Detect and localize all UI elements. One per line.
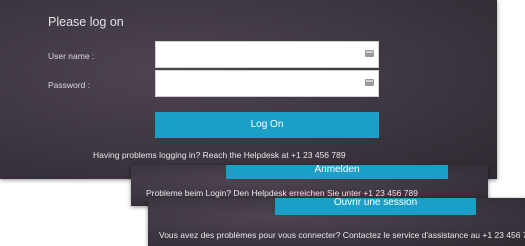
ouvrir-session-button[interactable]: Ouvrir une session [275, 198, 476, 215]
username-input[interactable] [155, 41, 379, 68]
id-card-icon [365, 50, 374, 57]
password-label: Password : [48, 80, 91, 90]
id-card-icon [365, 79, 374, 86]
helpdesk-text-french: Vous avez des problèmes pour vous connec… [159, 230, 525, 240]
ouvrir-session-button-label: Ouvrir une session [333, 198, 418, 208]
anmelden-button[interactable]: Anmelden [226, 165, 448, 179]
login-title: Please log on [48, 15, 124, 29]
helpdesk-text: Having problems logging in? Reach the He… [93, 150, 346, 160]
login-panel-english: Please log on User name : Password : Log… [0, 0, 497, 179]
log-on-button[interactable]: Log On [155, 112, 379, 138]
password-input[interactable] [155, 70, 379, 97]
anmelden-button-label: Anmelden [314, 165, 360, 175]
username-label: User name : [48, 51, 95, 61]
helpdesk-text-german: Probleme beim Login? Den Helpdesk erreic… [146, 188, 418, 198]
